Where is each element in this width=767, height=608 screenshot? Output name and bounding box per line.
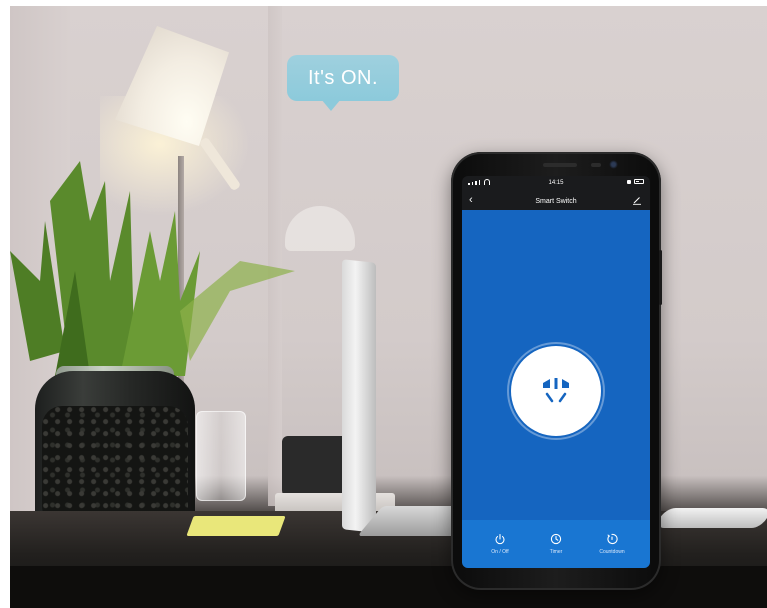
keyboard (654, 508, 767, 528)
page-title: Smart Switch (535, 197, 577, 205)
speech-bubble: It's ON. (287, 55, 399, 111)
clock-icon (550, 533, 562, 545)
glass-cup (196, 411, 246, 501)
laptop-lid (342, 259, 376, 533)
signal-icon (468, 179, 490, 185)
tab-label: Timer (549, 549, 563, 555)
edit-pencil-icon[interactable] (632, 195, 642, 205)
power-socket-icon (543, 378, 569, 403)
notification-icon (627, 179, 631, 184)
tab-countdown[interactable]: Countdown (587, 533, 637, 555)
side-button (659, 250, 662, 305)
switch-panel (462, 210, 650, 520)
front-camera-icon (609, 160, 618, 169)
battery-icon (634, 179, 644, 184)
tab-label: Countdown (599, 549, 625, 555)
wifi-icon (484, 179, 490, 185)
bubble-text: It's ON. (287, 55, 399, 101)
tab-on-off[interactable]: On / Off (475, 533, 525, 555)
status-time: 14:15 (548, 180, 564, 186)
phone-top-sensors (505, 158, 618, 174)
tab-timer[interactable]: Timer (531, 533, 581, 555)
tab-label: On / Off (491, 549, 509, 555)
status-bar: 14:15 (462, 176, 650, 190)
app-header: ‹ Smart Switch (462, 192, 650, 210)
proximity-sensor (591, 163, 601, 167)
bubble-tail (321, 99, 341, 111)
potted-plant (10, 161, 295, 376)
earpiece (543, 163, 577, 167)
power-socket-button[interactable] (511, 346, 601, 436)
power-icon (495, 533, 505, 545)
jar-soil (42, 406, 188, 526)
sticky-notes (186, 516, 286, 536)
bottom-toolbar: On / Off Timer Countdown (462, 520, 650, 568)
countdown-icon (607, 533, 618, 545)
phone-screen: 14:15 ‹ Smart Switch On / Off Timer Coun… (462, 176, 650, 568)
back-chevron-icon[interactable]: ‹ (469, 194, 473, 206)
